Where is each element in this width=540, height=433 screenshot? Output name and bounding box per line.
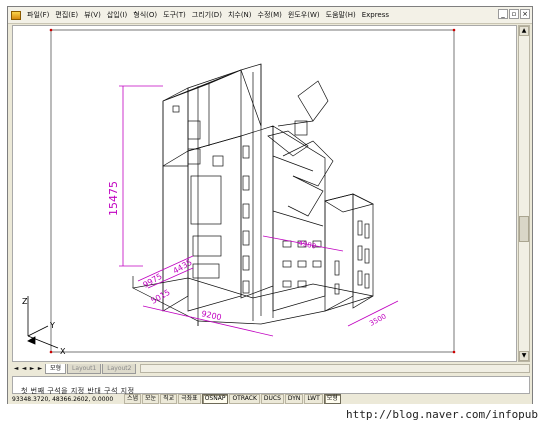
status-osnap-button[interactable]: OSNAP [201, 394, 229, 404]
status-snap-button[interactable]: 스냅 [124, 394, 142, 404]
ucs-y-label: Y [49, 321, 55, 330]
status-dyn-button[interactable]: DYN [284, 394, 304, 404]
watermark-url: http://blog.naver.com/infopub [346, 408, 539, 421]
menu-bar: 파일(F) 편집(E) 뷰(V) 삽입(I) 형식(O) 도구(T) 그리기(D… [8, 7, 532, 24]
window-controls: _ ▫ × [498, 9, 530, 19]
command-line[interactable]: 첫 번째 구석을 지정 반대 구석 지정 [12, 376, 530, 395]
status-ortho-button[interactable]: 직교 [160, 394, 178, 404]
status-ducs-button[interactable]: DUCS [260, 394, 284, 404]
tab-layout2[interactable]: Layout2 [102, 363, 137, 374]
drawing-canvas[interactable]: 15475 9975 5015 4435 9200 3500 4980 Z Y … [12, 25, 517, 362]
tab-last-icon[interactable]: ► [36, 365, 44, 373]
menu-modify[interactable]: 수정(M) [255, 10, 285, 20]
menu-insert[interactable]: 삽입(I) [104, 10, 130, 20]
status-grid-button[interactable]: 모눈 [142, 394, 160, 404]
menu-tools[interactable]: 도구(T) [160, 10, 189, 20]
tab-model[interactable]: 모형 [45, 363, 67, 374]
restore-button[interactable]: ▫ [509, 9, 519, 19]
building-wireframe [131, 63, 374, 326]
vertical-scrollbar[interactable]: ▲ ▼ [518, 25, 530, 362]
menu-draw[interactable]: 그리기(D) [189, 10, 225, 20]
dimension-label: 5015 [150, 288, 172, 306]
layout-tabs-row: ◄ ◄ ► ► 모형 Layout1 Layout2 [12, 363, 530, 374]
status-model-button[interactable]: 모형 [323, 394, 341, 404]
menu-dimension[interactable]: 치수(N) [225, 10, 255, 20]
dimension-label: 9975 [142, 272, 164, 290]
scroll-down-icon[interactable]: ▼ [519, 351, 529, 361]
app-icon[interactable] [11, 10, 21, 20]
corner-marker [49, 28, 53, 32]
ucs-z-label: Z [22, 297, 28, 306]
status-polar-button[interactable]: 극좌표 [178, 394, 201, 404]
minimize-button[interactable]: _ [498, 9, 508, 19]
tab-first-icon[interactable]: ◄ [12, 365, 20, 373]
corner-marker [49, 350, 53, 354]
autocad-window: 파일(F) 편집(E) 뷰(V) 삽입(I) 형식(O) 도구(T) 그리기(D… [7, 6, 533, 404]
menu-format[interactable]: 형식(O) [130, 10, 160, 20]
building-drawing: 15475 9975 5015 4435 9200 3500 4980 Z Y … [22, 28, 456, 356]
corner-marker [452, 350, 456, 354]
tab-next-icon[interactable]: ► [28, 365, 36, 373]
menu-file[interactable]: 파일(F) [24, 10, 52, 20]
menu-help[interactable]: 도움말(H) [323, 10, 359, 20]
ucs-x-label: X [60, 347, 66, 356]
scroll-thumb[interactable] [519, 216, 529, 242]
status-lwt-button[interactable]: LWT [304, 394, 323, 404]
tab-prev-icon[interactable]: ◄ [20, 365, 28, 373]
status-bar: 93348.3720, 48366.2602, 0.0000 스냅 모눈 직교 … [8, 394, 532, 404]
menu-view[interactable]: 뷰(V) [81, 10, 104, 20]
horizontal-scrollbar[interactable] [140, 364, 530, 373]
status-otrack-button[interactable]: OTRACK [229, 394, 260, 404]
coordinates-readout: 93348.3720, 48366.2602, 0.0000 [12, 395, 114, 403]
dimension-labels: 15475 9975 5015 4435 9200 3500 4980 [107, 181, 388, 328]
menu-edit[interactable]: 편집(E) [52, 10, 81, 20]
tab-layout1[interactable]: Layout1 [67, 363, 102, 374]
menu-express[interactable]: Express [359, 11, 392, 19]
scroll-up-icon[interactable]: ▲ [519, 26, 529, 36]
dimension-height-label: 15475 [107, 181, 120, 216]
menu-window[interactable]: 윈도우(W) [285, 10, 323, 20]
close-button[interactable]: × [520, 9, 530, 19]
corner-marker [452, 28, 456, 32]
